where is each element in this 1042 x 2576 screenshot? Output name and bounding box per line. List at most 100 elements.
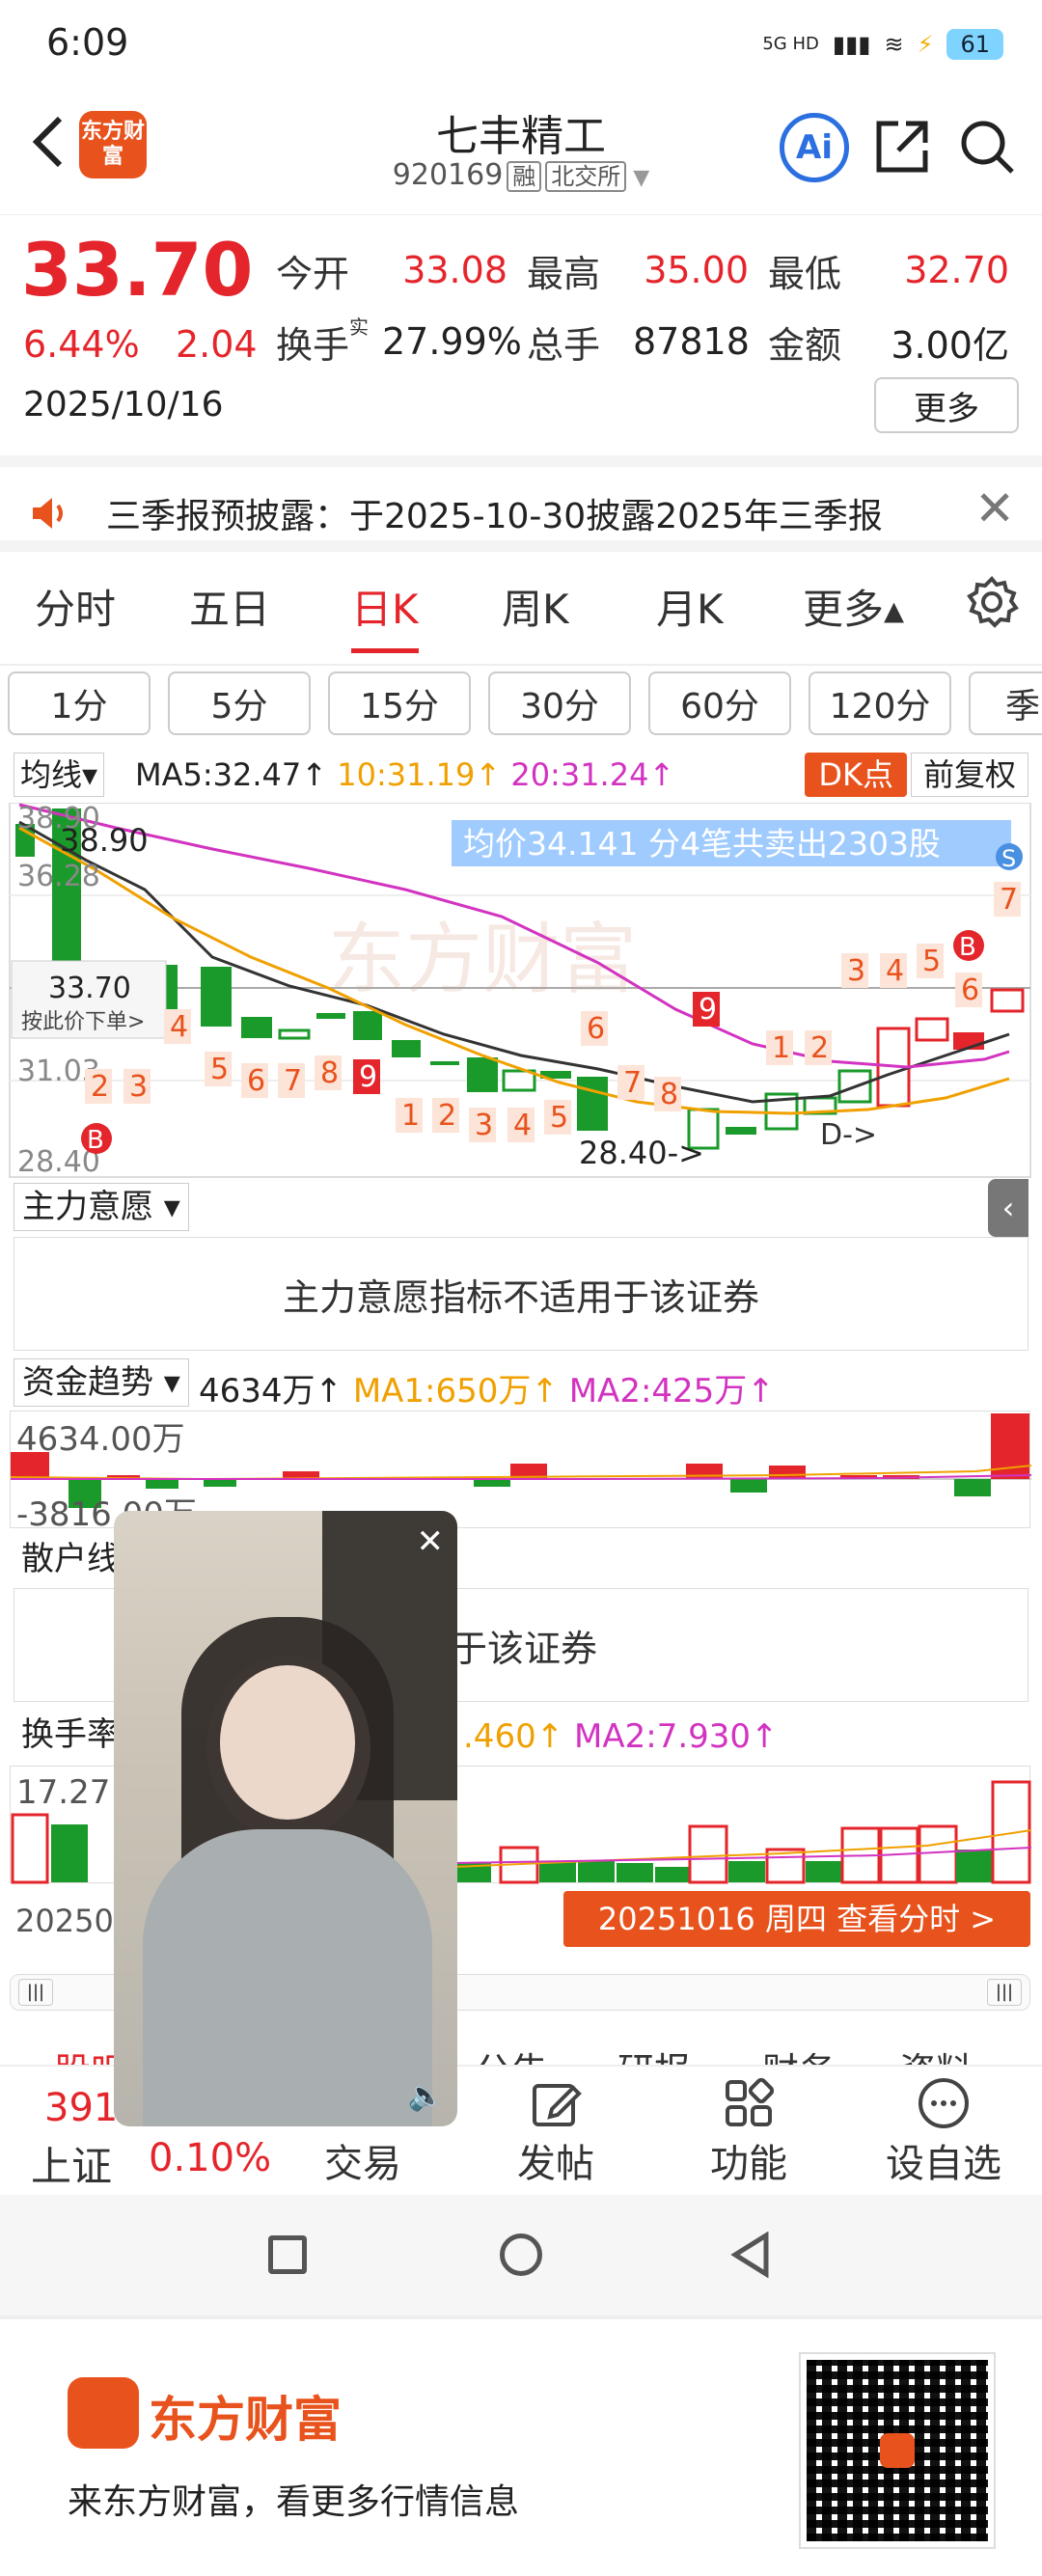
fund-ma2: MA2:425万↑ (568, 1372, 775, 1411)
wifi-icon: ≋ (884, 31, 904, 58)
close-icon[interactable]: ✕ (974, 480, 1015, 536)
brand-logo-icon (68, 2377, 139, 2449)
person-face-front (220, 1665, 355, 1820)
nav-watchlist[interactable]: 设自选 (886, 2074, 1001, 2188)
kline-svg: 东方财富 38.90 36.28 31.03 28.40 38.90 28.40… (9, 802, 1031, 1179)
ma-indicator-bar: 均线▾ MA5:32.47↑ 10:31.19↑ 20:31.24↑ DK点 前… (0, 749, 1042, 803)
scroll-handle-left[interactable]: ||| (18, 1979, 53, 2006)
nav-post-label: 发帖 (517, 2142, 594, 2186)
collapse-icon[interactable]: ‹ (988, 1179, 1028, 1237)
home-icon[interactable] (500, 2233, 542, 2276)
seq-8a: 8 (320, 1056, 339, 1090)
fund-y-top: 4634.00万 (16, 1420, 185, 1459)
index-pct[interactable]: 0.10% (149, 2136, 271, 2180)
tab-month-k[interactable]: 月K (656, 577, 724, 636)
tab-fenshi[interactable]: 分时 (35, 577, 116, 636)
search-icon (961, 121, 1014, 174)
seq-3a: 3 (129, 1070, 148, 1104)
seq-8b: 8 (660, 1078, 678, 1111)
gear-icon (967, 576, 1019, 628)
open-value: 33.08 (402, 249, 507, 291)
seq-4c: 4 (886, 954, 904, 988)
tooltip-text: 均价34.141 分4笔共卖出2303股 (463, 825, 941, 863)
chip-30min[interactable]: 30分 (488, 671, 631, 735)
chip-60min[interactable]: 60分 (648, 671, 791, 735)
system-nav-bar (0, 2195, 1042, 2316)
close-video-icon[interactable]: ✕ (417, 1522, 445, 1561)
price-tag: 33.70 (48, 972, 131, 1005)
tab-five-day[interactable]: 五日 (189, 577, 270, 636)
main-force-selector[interactable]: 主力意愿 ▾ (14, 1183, 189, 1231)
nav-post[interactable]: 发帖 (498, 2074, 614, 2188)
seq-1b: 1 (401, 1099, 420, 1133)
tab-profile[interactable]: 资料 (899, 2042, 973, 2065)
kline-chart[interactable]: 东方财富 38.90 36.28 31.03 28.40 38.90 28.40… (0, 802, 1042, 1179)
floating-video[interactable]: ✕ 🔈 (114, 1511, 457, 2126)
svg-text:B: B (87, 1126, 104, 1155)
dk-button[interactable]: DK点 (805, 753, 907, 797)
seq-7c: 7 (1000, 883, 1018, 917)
ma-selector[interactable]: 均线▾ (14, 753, 105, 797)
seq-9b: 9 (699, 993, 717, 1027)
tab-more[interactable]: 更多▴ (803, 577, 904, 636)
dropdown-icon[interactable]: ▼ (626, 166, 649, 190)
period-tabs: 分时 五日 日K 周K 月K 更多▴ (0, 552, 1042, 653)
search-button[interactable] (953, 113, 1021, 180)
seq-5a: 5 (210, 1053, 229, 1086)
chip-1min[interactable]: 1分 (8, 671, 151, 735)
svg-text:S: S (1001, 845, 1016, 872)
notice-bar[interactable]: 三季报预披露：于2025-10-30披露2025年三季报 ✕ (0, 455, 1042, 552)
tab-report[interactable]: 研报 (617, 2042, 691, 2065)
charging-icon: ⚡ (917, 31, 934, 58)
tab-finance[interactable]: 财务 (762, 2042, 836, 2065)
ai-button[interactable]: Ai (780, 113, 849, 182)
settings-button[interactable] (963, 573, 1021, 631)
ma20-value: 20:31.24↑ (510, 756, 675, 793)
fund-trend-section: 资金趋势 ▾ 4634万↑ MA1:650万↑ MA2:425万↑ (0, 1355, 1042, 1412)
main-force-message: 主力意愿指标不适用于该证券 (14, 1237, 1028, 1351)
view-minute-button[interactable]: 20251016 周四 查看分时 > (563, 1891, 1030, 1947)
tab-notice[interactable]: 公告 (475, 2042, 548, 2065)
chip-season[interactable]: 季 (969, 671, 1042, 735)
more-button[interactable]: 更多 (874, 377, 1019, 433)
volume-icon[interactable]: 🔈 (408, 2079, 444, 2113)
ma-values: MA5:32.47↑ 10:31.19↑ 20:31.24↑ (135, 756, 674, 793)
y-2-label: 36.28 (17, 860, 100, 893)
volume-value: 87818 (633, 320, 750, 363)
recent-apps-icon[interactable] (268, 2235, 307, 2274)
chip-15min[interactable]: 15分 (328, 671, 471, 735)
index-value[interactable]: 391 (44, 2086, 118, 2130)
seq-2c: 2 (810, 1031, 829, 1065)
amount-label: 金额 (768, 323, 842, 367)
status-bar: 6:09 5G HD ▮▮▮ ≋ ⚡ 61 (0, 0, 1042, 92)
quote-panel: 33.70 6.44% 2.04 2025/10/16 今开 33.08 最高 … (0, 214, 1042, 455)
tab-week-k[interactable]: 周K (502, 577, 569, 636)
share-button[interactable] (868, 113, 936, 180)
turnover-label-text: 换手 (276, 323, 350, 367)
order-hint: 按此价下单> (21, 1010, 145, 1034)
chip-5min[interactable]: 5分 (168, 671, 311, 735)
seq-6b: 6 (587, 1012, 605, 1046)
ma5-value: MA5:32.47↑ (135, 756, 328, 793)
back-button[interactable] (19, 113, 77, 171)
chip-120min[interactable]: 120分 (809, 671, 951, 735)
quote-grid: 今开 33.08 最高 35.00 最低 32.70 换手实 27.99% 总手… (276, 234, 1028, 377)
fund-trend-selector[interactable]: 资金趋势 ▾ (14, 1358, 189, 1407)
nav-function[interactable]: 功能 (691, 2074, 807, 2188)
app-logo[interactable]: 东方财富 (79, 111, 147, 178)
promo-banner: 东方财富 来东方财富，看更多行情信息 (0, 2316, 1042, 2576)
turnover-selector[interactable]: 换手率 (14, 1712, 127, 1760)
promo-slogan: 来东方财富，看更多行情信息 (68, 2482, 520, 2522)
seq-5b: 5 (550, 1101, 568, 1135)
back-nav-icon[interactable] (729, 2231, 772, 2282)
quote-date: 2025/10/16 (23, 385, 224, 425)
share-icon (876, 121, 928, 173)
qr-code (799, 2352, 996, 2549)
retail-selector[interactable]: 散户线 (14, 1536, 127, 1584)
seq-7b: 7 (623, 1066, 642, 1100)
fuquan-button[interactable]: 前复权 (910, 753, 1028, 797)
index-name[interactable]: 上证 (31, 2134, 112, 2193)
turnover-date-left: 20250 (15, 1903, 114, 1939)
tab-day-k[interactable]: 日K (351, 577, 419, 653)
scroll-handle-right[interactable]: ||| (987, 1979, 1022, 2006)
